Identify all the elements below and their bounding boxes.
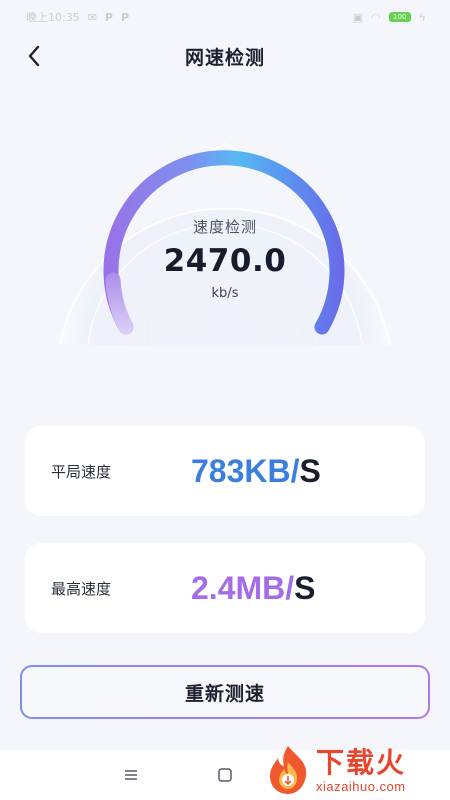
max-speed-label: 最高速度: [51, 579, 112, 598]
gauge-label: 速度检测: [192, 218, 257, 236]
watermark-cn: 下载火: [316, 745, 407, 779]
charging-icon: ϟ: [418, 10, 426, 24]
header: 网速检测: [0, 38, 450, 74]
average-speed-reading: 783KB/S: [191, 453, 321, 490]
p-app-icon: P: [104, 10, 113, 24]
status-time: 晚上10:35: [26, 11, 80, 24]
back-button[interactable]: [18, 40, 50, 72]
watermark-en: xiazaihuo.com: [316, 778, 406, 794]
home-square-icon[interactable]: [216, 766, 234, 784]
average-speed-card: 平局速度 783KB/S: [25, 426, 425, 516]
wifi-icon: ◠: [371, 10, 381, 24]
p-app-icon: P: [120, 10, 130, 24]
sim-icon: ▣: [352, 10, 364, 24]
status-right: ▣ ◠ 100 ϟ: [353, 11, 426, 24]
max-speed-value: 2.4MB/: [191, 569, 295, 606]
email-icon: ✉: [87, 10, 97, 24]
watermark: 下载火 xiazaihuo.com: [266, 740, 450, 800]
average-speed-value: 783KB/: [191, 452, 300, 489]
gauge-unit: kb/s: [211, 286, 239, 301]
gauge-value: 2470.0: [163, 243, 287, 279]
watermark-text: 下载火 xiazaihuo.com: [316, 745, 407, 794]
chevron-left-icon: [28, 45, 40, 67]
page-title: 网速检测: [184, 46, 265, 69]
speed-gauge: 速度检测 2470.0 kb/s: [0, 130, 450, 370]
average-speed-label: 平局速度: [51, 462, 112, 481]
max-speed-card: 最高速度 2.4MB/S: [25, 543, 425, 633]
flame-logo-icon: [270, 746, 307, 794]
retest-button-label: 重新测速: [22, 667, 428, 717]
status-left: 晚上10:35 ✉ P P: [26, 9, 129, 25]
battery-icon: 100: [388, 12, 411, 22]
retest-button[interactable]: 重新测速: [20, 665, 430, 719]
max-speed-reading: 2.4MB/S: [191, 570, 315, 607]
status-bar: 晚上10:35 ✉ P P ▣ ◠ 100 ϟ: [0, 0, 450, 34]
max-speed-suffix: S: [294, 569, 316, 606]
average-speed-suffix: S: [299, 452, 321, 489]
gauge-readout: 速度检测 2470.0 kb/s: [0, 216, 450, 301]
menu-icon[interactable]: [122, 766, 140, 784]
